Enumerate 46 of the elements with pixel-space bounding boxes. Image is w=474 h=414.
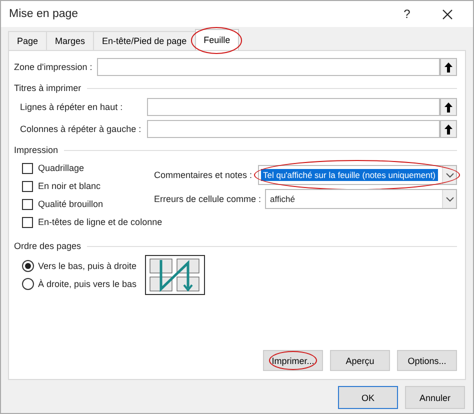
checkbox[interactable] [22,180,33,192]
group-heading: Titres à imprimer [14,83,82,93]
dropdown-label: Erreurs de cellule comme : [154,194,262,204]
window-title: Mise en page [9,8,80,20]
tab[interactable]: Page [8,31,48,50]
checkbox-label: Qualité brouillon [38,199,104,209]
dialog-button[interactable]: OK [338,386,398,409]
dropdown-label: Commentaires et notes : [154,170,254,180]
radio-button[interactable] [22,278,34,290]
collapse-button[interactable] [440,98,457,116]
checkbox-label: Quadrillage [38,163,84,173]
input-field[interactable] [97,58,440,76]
checkbox[interactable] [22,198,33,210]
checkbox-label: En-têtes de ligne et de colonne [38,217,162,227]
dialog-button[interactable]: Annuler [405,386,465,409]
field-label: Colonnes à répéter à gauche : [20,124,142,134]
field-label: Zone d'impression : [14,62,94,72]
page-order-drawing [144,255,205,295]
radio-button[interactable] [22,260,34,272]
caret-icon [442,190,456,208]
checkbox[interactable] [22,216,33,228]
checkbox-label: En noir et blanc [38,181,101,191]
input-field[interactable] [147,120,440,138]
help-button[interactable]: ? [387,2,427,26]
up-arrow-icon [444,102,453,112]
up-arrow-icon [444,62,453,72]
group-heading: Ordre des pages [14,241,82,251]
dropdown[interactable]: Tel qu'affiché sur la feuille (notes uniquement) [258,165,457,185]
up-arrow-icon [444,124,453,134]
group-heading: Impression [14,145,58,155]
checkbox[interactable] [22,162,33,174]
collapse-button[interactable] [440,58,457,76]
dialog-button[interactable]: Aperçu [330,350,390,371]
dialog-button[interactable]: Options... [397,350,457,371]
close-icon [442,8,452,20]
tab[interactable]: Feuille [194,29,240,50]
input-field[interactable] [147,98,440,116]
collapse-button[interactable] [440,120,457,138]
caret-icon [442,166,456,184]
radio-label: Vers le bas, puis à droite [38,261,137,271]
dropdown-value: affiché [269,193,296,205]
field-label: Lignes à répéter en haut : [20,102,124,112]
dialog-button[interactable]: Imprimer... [263,350,323,371]
radio-label: À droite, puis vers le bas [38,279,137,289]
dropdown[interactable]: affiché [265,189,457,209]
dropdown-value: Tel qu'affiché sur la feuille (notes uniquement) [261,169,438,181]
